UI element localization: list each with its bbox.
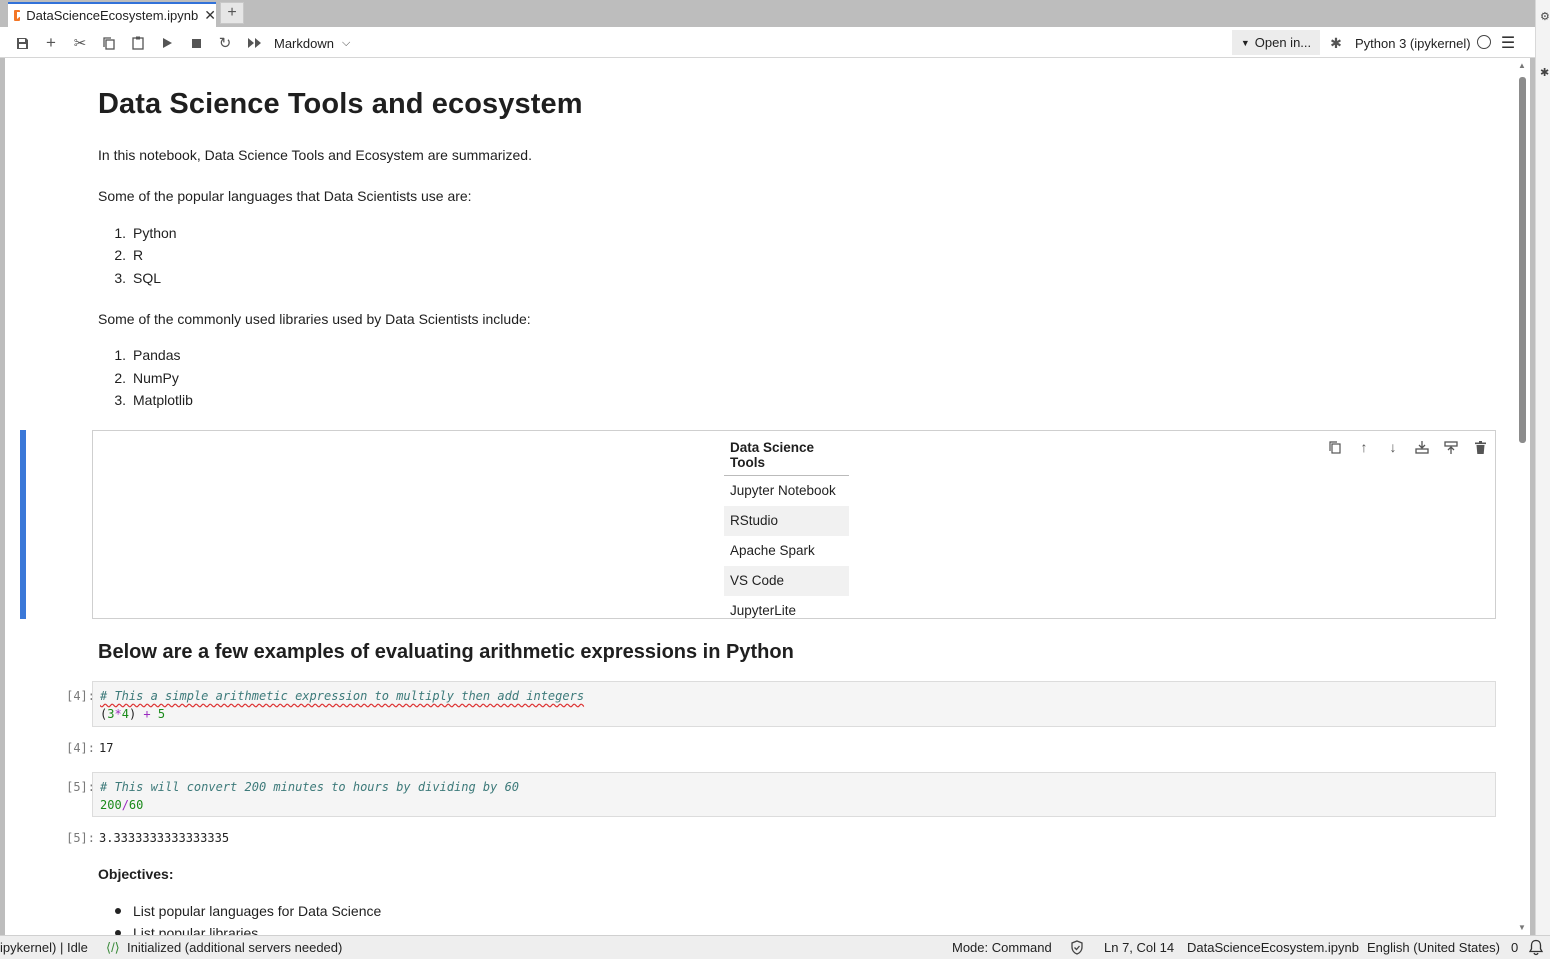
restart-icon[interactable]: ↻ [215, 33, 235, 53]
languages-intro: Some of the popular languages that Data … [98, 188, 472, 204]
save-icon[interactable] [12, 33, 32, 53]
move-down-icon[interactable]: ↓ [1383, 437, 1403, 457]
arithmetic-heading: Below are a few examples of evaluating a… [98, 641, 794, 663]
open-in-button[interactable]: ▼ Open in... [1232, 30, 1320, 55]
table-row: Apache Spark [730, 543, 815, 558]
kernel-status-icon [1477, 35, 1491, 49]
page-title: Data Science Tools and ecosystem [98, 88, 583, 120]
menu-icon[interactable]: ☰ [1499, 33, 1517, 53]
list-item: List popular libraries [112, 925, 258, 935]
tab-title: DataScienceEcosystem.ipynb [26, 8, 199, 23]
move-up-icon[interactable]: ↑ [1354, 437, 1374, 457]
stop-icon[interactable] [186, 33, 206, 53]
output-prompt: [4]: [66, 741, 95, 755]
list-item: 1. Python [114, 225, 177, 241]
delete-cell-icon[interactable] [1470, 437, 1490, 457]
cell-output: 3.3333333333333335 [99, 831, 230, 845]
notebook-panel: ▲ ▼ Data Science Tools and ecosystem In … [5, 58, 1530, 935]
objectives-heading: Objectives: [98, 866, 174, 882]
code-line: 200/60 [100, 798, 144, 812]
input-prompt: [4]: [66, 689, 95, 703]
list-item: 3. Matplotlib [114, 392, 193, 408]
code-line: (3*4) + 5 [100, 707, 166, 721]
mode-indicator: Mode: Command [952, 940, 1052, 955]
code-cell[interactable]: # This will convert 200 minutes to hours… [92, 772, 1496, 817]
kernel-status[interactable]: ipykernel) | Idle [0, 940, 88, 955]
code-comment: # This will convert 200 minutes to hours… [100, 780, 520, 794]
cut-icon[interactable]: ✂ [70, 33, 90, 53]
bug-icon[interactable]: ✱ [1327, 33, 1345, 53]
language-selector[interactable]: English (United States) [1367, 940, 1500, 955]
tab-bar: DataScienceEcosystem.ipynb ✕ + [0, 0, 1535, 27]
output-prompt: [5]: [66, 831, 95, 845]
cursor-position[interactable]: Ln 7, Col 14 [1104, 940, 1174, 955]
copy-icon[interactable] [99, 33, 119, 53]
bell-icon[interactable] [1528, 939, 1544, 959]
cell-output: 17 [99, 741, 114, 755]
notification-count: 0 [1511, 940, 1519, 955]
fast-forward-icon[interactable] [244, 33, 264, 53]
tools-table: Data Science Tools Jupyter Notebook RStu… [724, 435, 849, 626]
notebook-tab[interactable]: DataScienceEcosystem.ipynb ✕ [8, 2, 216, 27]
scroll-down-icon[interactable]: ▼ [1515, 923, 1529, 933]
cell-type-select[interactable]: Markdown ⌵ [274, 33, 350, 53]
notebook-icon [14, 10, 21, 21]
scroll-up-icon[interactable]: ▲ [1515, 61, 1529, 71]
open-in-label: Open in... [1254, 35, 1312, 50]
new-tab-button[interactable]: + [220, 2, 244, 24]
list-item: 3. SQL [114, 270, 162, 286]
active-cell-indicator[interactable] [20, 430, 26, 619]
kernel-name[interactable]: Python 3 (ipykernel) [1355, 33, 1471, 53]
table-row: JupyterLite [730, 603, 797, 618]
debugger-icon[interactable]: ✱ [1540, 66, 1549, 79]
duplicate-cell-icon[interactable] [1325, 437, 1345, 457]
cell-type-value: Markdown [274, 35, 334, 51]
table-row: Jupyter Notebook [730, 483, 836, 499]
scrollbar[interactable]: ▲ ▼ [1515, 61, 1529, 933]
code-comment: # This a simple arithmetic expression to… [100, 689, 585, 703]
list-item: 1. Pandas [114, 347, 181, 363]
list-item: 2. R [114, 247, 144, 263]
input-prompt: [5]: [66, 780, 95, 794]
run-icon[interactable] [157, 33, 177, 53]
insert-below-icon[interactable] [1441, 437, 1461, 457]
shield-check-icon[interactable] [1070, 940, 1084, 958]
code-cell[interactable]: # This a simple arithmetic expression to… [92, 681, 1496, 727]
active-markdown-cell[interactable]: Data Science Tools Jupyter Notebook RStu… [92, 430, 1496, 619]
scrollbar-thumb[interactable] [1519, 77, 1526, 443]
add-cell-icon[interactable]: + [41, 33, 61, 53]
caret-down-icon: ▼ [1240, 37, 1250, 48]
lsp-status[interactable]: Initialized (additional servers needed) [127, 940, 342, 955]
notebook-toolbar: + ✂ ↻ Markdown ⌵ ▼ Open in... ✱ Python 3… [0, 27, 1535, 58]
lsp-status-icon[interactable]: ⟨/⟩ [106, 940, 120, 956]
chevron-down-icon: ⌵ [341, 36, 351, 49]
close-tab-icon[interactable]: ✕ [204, 7, 216, 24]
list-item: List popular languages for Data Science [112, 903, 381, 919]
paste-icon[interactable] [128, 33, 148, 53]
table-row: VS Code [724, 565, 849, 596]
table-row: RStudio [724, 505, 849, 536]
insert-above-icon[interactable] [1412, 437, 1432, 457]
file-name: DataScienceEcosystem.ipynb [1187, 940, 1359, 955]
right-sidebar-strip: ⚙ ✱ [1535, 0, 1550, 935]
status-bar: ipykernel) | Idle ⟨/⟩ Initialized (addit… [0, 935, 1550, 959]
property-inspector-icon[interactable]: ⚙ [1540, 10, 1550, 23]
table-header: Data Science Tools [724, 435, 849, 476]
intro-text: In this notebook, Data Science Tools and… [98, 147, 532, 163]
list-item: 2. NumPy [114, 370, 179, 386]
libraries-intro: Some of the commonly used libraries used… [98, 311, 531, 327]
